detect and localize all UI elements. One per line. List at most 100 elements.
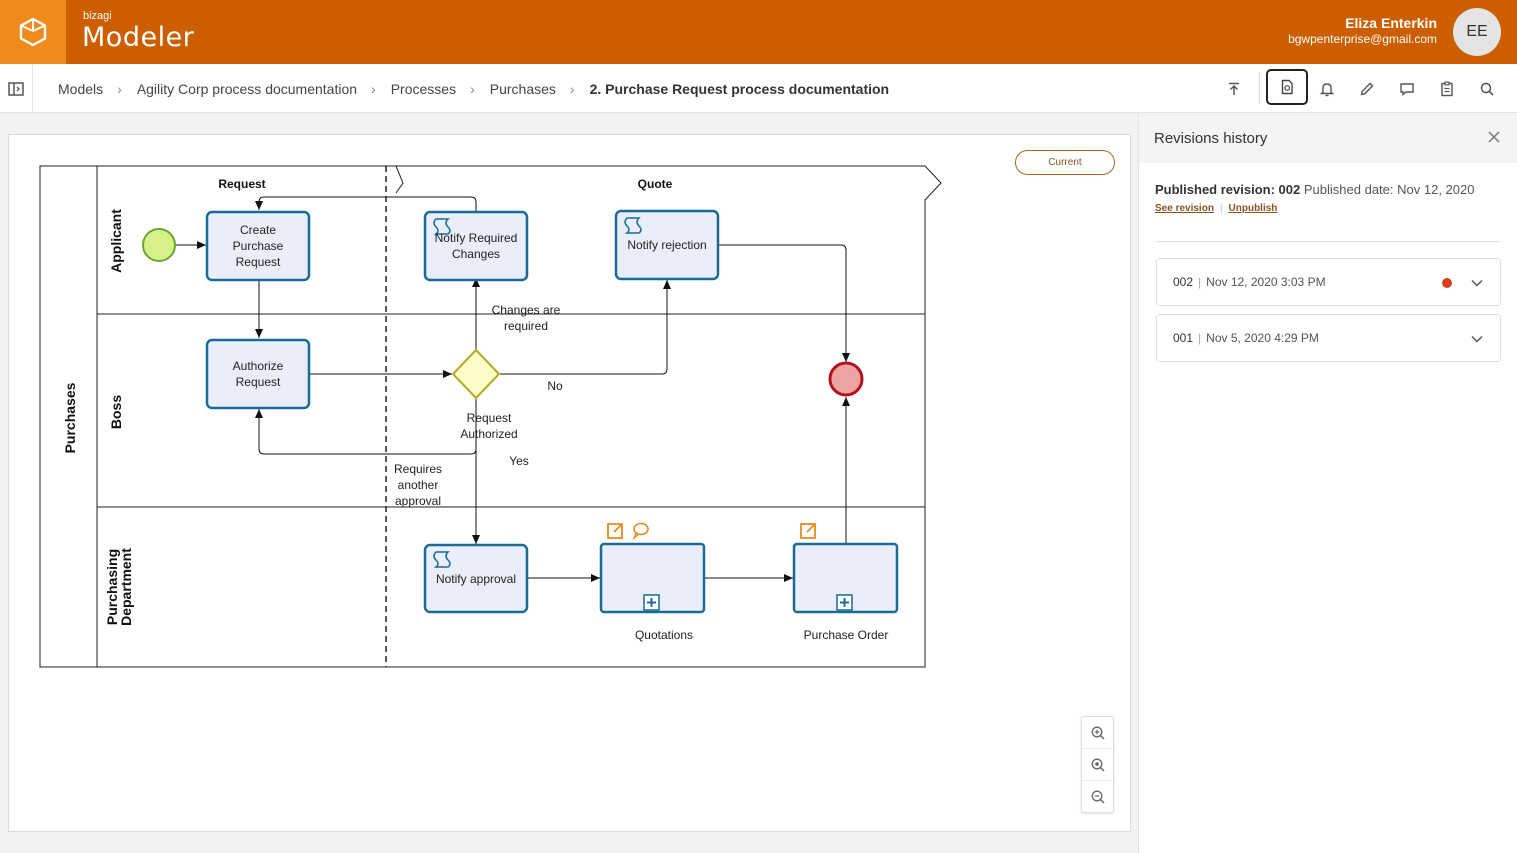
label-request-authorized: Request xyxy=(467,411,512,425)
subprocess-purchase-order[interactable]: Purchase Order xyxy=(792,542,899,642)
svg-text:Purchase Order: Purchase Order xyxy=(804,628,889,642)
search-icon xyxy=(1480,82,1494,96)
clipboard-button[interactable] xyxy=(1427,72,1467,106)
brand-company: bizagi xyxy=(83,10,112,22)
revision-item[interactable]: 002 | Nov 12, 2020 3:03 PM xyxy=(1156,258,1501,306)
phase-request[interactable]: Request xyxy=(218,177,265,191)
zoom-out-button[interactable] xyxy=(1082,781,1113,813)
breadcrumb-processes[interactable]: Processes xyxy=(391,81,456,97)
chevron-right-icon: › xyxy=(371,80,376,97)
lane-boss[interactable]: Boss xyxy=(108,395,124,429)
avatar[interactable]: EE xyxy=(1453,8,1501,56)
svg-text:Notify approval: Notify approval xyxy=(436,572,516,586)
notifications-button[interactable] xyxy=(1307,72,1347,106)
svg-text:Department: Department xyxy=(118,548,134,626)
phase-quote[interactable]: Quote xyxy=(638,177,673,191)
label-request-authorized: Authorized xyxy=(460,427,517,441)
comments-button[interactable] xyxy=(1387,72,1427,106)
search-button[interactable] xyxy=(1467,72,1507,106)
svg-text:Notify rejection: Notify rejection xyxy=(627,238,706,252)
zoom-in-icon xyxy=(1091,726,1105,740)
user-email: bgwpenterprise@gmail.com xyxy=(1288,32,1437,46)
see-revision-link[interactable]: See revision xyxy=(1155,203,1214,214)
brand-name: Modeler xyxy=(82,22,195,53)
label-changes-required: required xyxy=(504,319,548,333)
label-requires-another-approval: Requires xyxy=(394,462,442,476)
document-revisions-icon xyxy=(1281,79,1293,95)
svg-text:Changes: Changes xyxy=(452,247,500,261)
breadcrumb-purchases[interactable]: Purchases xyxy=(490,81,556,97)
pool-label: Purchases xyxy=(62,382,78,453)
task-notify-approval[interactable]: Notify approval xyxy=(423,543,529,614)
current-revision-dot xyxy=(1442,278,1452,288)
task-notify-required-changes[interactable]: Notify Required Changes xyxy=(423,210,529,282)
published-label: Published revision: xyxy=(1155,182,1275,197)
sidebar-toggle-icon[interactable] xyxy=(7,80,25,98)
label-yes: Yes xyxy=(509,454,529,468)
revision-version: 002 xyxy=(1173,275,1194,289)
chevron-down-icon[interactable] xyxy=(1470,276,1484,290)
cube-logo-icon xyxy=(19,17,47,47)
label-changes-required: Changes are xyxy=(492,303,561,317)
breadcrumb-current: 2. Purchase Request process documentatio… xyxy=(589,80,890,97)
panel-header: Revisions history xyxy=(1139,113,1517,163)
published-revision-info: Published revision: 002 Published date: … xyxy=(1155,182,1474,197)
svg-text:Request: Request xyxy=(236,375,281,389)
label-no: No xyxy=(547,379,563,393)
label-requires-another-approval: approval xyxy=(395,494,441,508)
comment-icon xyxy=(1400,83,1414,96)
lane-purchasing-department[interactable]: Purchasing Department xyxy=(104,548,134,626)
zoom-fit-button[interactable] xyxy=(1082,749,1113,781)
zoom-controls xyxy=(1081,716,1114,813)
zoom-out-icon xyxy=(1091,790,1105,804)
app-logo[interactable] xyxy=(0,0,66,64)
task-authorize-request[interactable]: Authorize Request xyxy=(205,338,311,410)
zoom-in-button[interactable] xyxy=(1082,717,1113,749)
svg-text:Quotations: Quotations xyxy=(635,628,693,642)
svg-text:Authorize: Authorize xyxy=(233,359,284,373)
revision-date: Nov 5, 2020 4:29 PM xyxy=(1206,331,1319,345)
unpublish-link[interactable]: Unpublish xyxy=(1229,203,1278,214)
breadcrumb-project[interactable]: Agility Corp process documentation xyxy=(137,81,357,97)
zoom-fit-icon xyxy=(1091,758,1105,772)
svg-text:Notify Required: Notify Required xyxy=(435,231,518,245)
bell-icon xyxy=(1319,83,1335,97)
published-revision: 002 xyxy=(1278,182,1301,197)
revisions-panel: Revisions history Published revision: 00… xyxy=(1138,113,1517,853)
revisions-button[interactable] xyxy=(1266,69,1308,105)
user-name: Eliza Enterkin xyxy=(1345,15,1437,31)
pencil-icon xyxy=(1360,82,1374,96)
svg-text:Create: Create xyxy=(240,223,276,237)
published-date: Nov 12, 2020 xyxy=(1397,182,1475,197)
published-date-label: Published date: xyxy=(1303,182,1394,197)
divider xyxy=(32,64,33,112)
divider xyxy=(1259,72,1260,104)
chevron-right-icon: › xyxy=(117,80,122,97)
publish-button[interactable] xyxy=(1214,72,1254,106)
top-bar: bizagi Modeler Eliza Enterkin bgwpenterp… xyxy=(0,0,1517,64)
end-event[interactable] xyxy=(828,361,864,397)
label-requires-another-approval: another xyxy=(398,478,439,492)
chevron-right-icon: › xyxy=(569,80,575,97)
start-event[interactable] xyxy=(142,228,176,262)
navigation-bar: Models › Agility Corp process documentat… xyxy=(0,64,1517,113)
divider xyxy=(1155,241,1501,242)
lane-applicant[interactable]: Applicant xyxy=(108,209,124,273)
publish-icon xyxy=(1229,82,1239,95)
breadcrumb: Models › Agility Corp process documentat… xyxy=(58,64,889,113)
diagram-canvas[interactable]: Current Purchases Applicant Boss Purchas… xyxy=(8,134,1131,832)
task-create-purchase-request[interactable]: Create Purchase Request xyxy=(205,210,311,282)
revision-version: 001 xyxy=(1173,331,1194,345)
edit-button[interactable] xyxy=(1347,72,1387,106)
revision-date: Nov 12, 2020 3:03 PM xyxy=(1206,275,1326,289)
bpmn-diagram: Purchases Applicant Boss Purchasing Depa… xyxy=(39,165,942,668)
revision-links: See revision | Unpublish xyxy=(1155,203,1278,214)
chevron-down-icon[interactable] xyxy=(1470,332,1484,346)
revision-item[interactable]: 001 | Nov 5, 2020 4:29 PM xyxy=(1156,314,1501,362)
breadcrumb-models[interactable]: Models xyxy=(58,81,103,97)
chevron-right-icon: › xyxy=(470,80,475,97)
svg-text:Request: Request xyxy=(236,255,281,269)
close-icon[interactable] xyxy=(1487,130,1501,144)
svg-text:Purchase: Purchase xyxy=(233,239,284,253)
task-notify-rejection[interactable]: Notify rejection xyxy=(614,209,720,281)
